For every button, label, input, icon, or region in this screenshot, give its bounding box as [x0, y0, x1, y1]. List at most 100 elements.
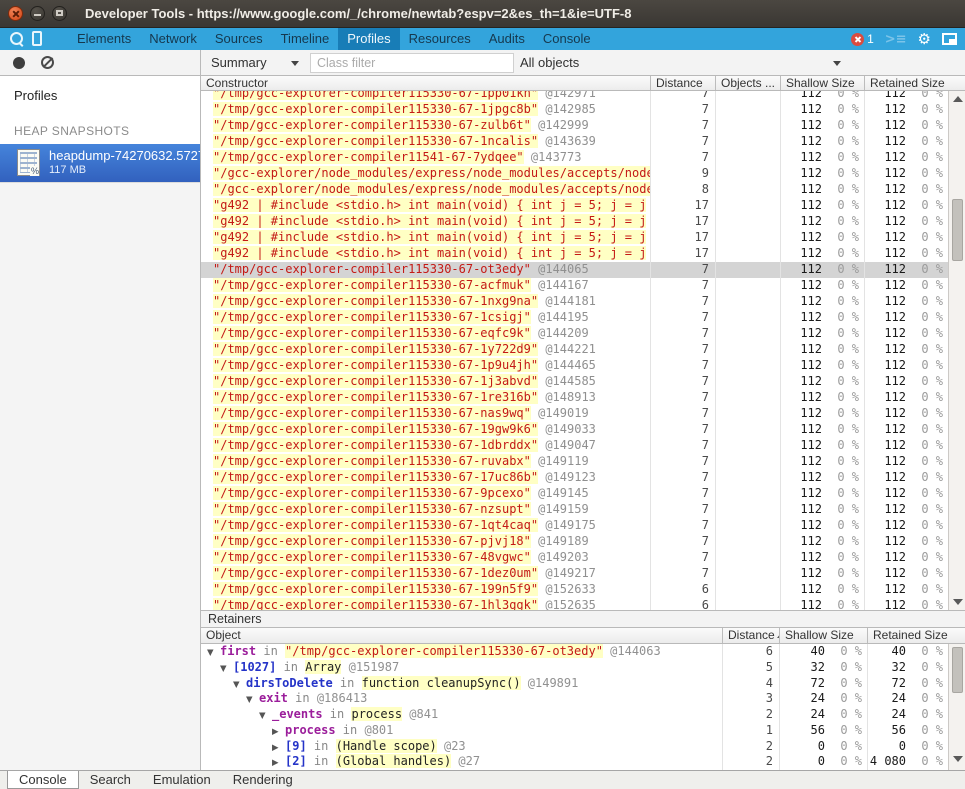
drawer-toggle-icon[interactable]: [885, 32, 907, 47]
heap-table-row[interactable]: "/tmp/gcc-explorer-compiler115330-67-1cs…: [201, 310, 948, 326]
tab-console[interactable]: Console: [534, 28, 600, 50]
expand-open-icon[interactable]: ▼: [233, 680, 246, 690]
tab-timeline[interactable]: Timeline: [272, 28, 339, 50]
heap-table-row[interactable]: "/gcc-explorer/node_modules/express/node…: [201, 166, 948, 182]
expand-open-icon[interactable]: ▼: [220, 664, 233, 674]
heap-table-scrollbar[interactable]: [948, 91, 965, 610]
expand-closed-icon[interactable]: ▶: [272, 758, 285, 768]
retained-size-cell: 1120 %: [864, 598, 948, 610]
heap-table-row[interactable]: "g492 | #include <stdio.h> int main(void…: [201, 214, 948, 230]
tab-audits[interactable]: Audits: [480, 28, 534, 50]
retainer-row[interactable]: ▶[2] in (Global handles) @27200 %4 0800 …: [201, 754, 948, 770]
heap-table-row[interactable]: "/tmp/gcc-explorer-compiler115330-67-1de…: [201, 566, 948, 582]
window-close-icon[interactable]: [8, 6, 23, 21]
objects-count-value: [715, 438, 780, 454]
expand-closed-icon[interactable]: ▶: [272, 727, 285, 737]
heap-table-row[interactable]: "/tmp/gcc-explorer-compiler115330-67-17u…: [201, 470, 948, 486]
column-header-retainers-shallow[interactable]: Shallow Size: [779, 628, 867, 643]
heap-table-row[interactable]: "/tmp/gcc-explorer-compiler115330-67-acf…: [201, 278, 948, 294]
heap-table-row[interactable]: "/tmp/gcc-explorer-compiler115330-67-9pc…: [201, 486, 948, 502]
heap-table-row[interactable]: "/tmp/gcc-explorer-compiler115330-67-1nx…: [201, 294, 948, 310]
heap-table-row[interactable]: "/tmp/gcc-explorer-compiler115330-67-19g…: [201, 422, 948, 438]
device-mode-icon[interactable]: [32, 31, 42, 46]
heap-table-row[interactable]: "/tmp/gcc-explorer-compiler115330-67-1pp…: [201, 91, 948, 102]
heap-table-row[interactable]: "/tmp/gcc-explorer-compiler115330-67-1y7…: [201, 342, 948, 358]
column-header-object[interactable]: Object: [201, 628, 722, 643]
tab-resources[interactable]: Resources: [400, 28, 480, 50]
heap-table-row[interactable]: "/tmp/gcc-explorer-compiler115330-67-zul…: [201, 118, 948, 134]
drawer-tab-emulation[interactable]: Emulation: [142, 771, 222, 789]
dock-side-icon[interactable]: [942, 33, 957, 45]
tab-elements[interactable]: Elements: [68, 28, 140, 50]
heap-table-row[interactable]: "/tmp/gcc-explorer-compiler115330-67-1jp…: [201, 102, 948, 118]
object-group-dropdown-arrow-icon[interactable]: [833, 61, 841, 66]
retainer-row[interactable]: ▼first in "/tmp/gcc-explorer-compiler115…: [201, 644, 948, 660]
column-header-retainers-retained[interactable]: Retained Size: [867, 628, 948, 643]
column-header-retained-size[interactable]: Retained Size: [864, 76, 948, 90]
heap-table-row[interactable]: "g492 | #include <stdio.h> int main(void…: [201, 230, 948, 246]
summary-dropdown[interactable]: Summary: [211, 50, 267, 75]
window-minimize-icon[interactable]: [30, 6, 45, 21]
search-icon[interactable]: [10, 32, 23, 45]
retainers-scroll-down-icon[interactable]: [953, 756, 963, 762]
heap-table-row[interactable]: "/tmp/gcc-explorer-compiler115330-67-199…: [201, 582, 948, 598]
sidebar-item-heap-snapshot[interactable]: heapdump-74270632.5727 117 MB: [0, 144, 200, 182]
column-header-retainers-distance[interactable]: Distance: [722, 628, 779, 643]
window-maximize-icon[interactable]: [52, 6, 67, 21]
retainers-pane-title[interactable]: Retainers: [201, 610, 965, 628]
record-button[interactable]: [13, 57, 25, 69]
heap-table-row[interactable]: "g492 | #include <stdio.h> int main(void…: [201, 198, 948, 214]
heap-table-row[interactable]: "/tmp/gcc-explorer-compiler115330-67-nzs…: [201, 502, 948, 518]
object-group-dropdown[interactable]: All objects: [520, 50, 579, 75]
expand-closed-icon[interactable]: ▶: [272, 743, 285, 753]
drawer-tab-search[interactable]: Search: [79, 771, 142, 789]
heap-table-row[interactable]: "/gcc-explorer/node_modules/express/node…: [201, 182, 948, 198]
heap-table-row[interactable]: "/tmp/gcc-explorer-compiler115330-67-ruv…: [201, 454, 948, 470]
class-filter-input[interactable]: [310, 53, 514, 73]
column-header-objects[interactable]: Objects ...: [715, 76, 780, 90]
heap-table-row[interactable]: "/tmp/gcc-explorer-compiler115330-67-ot3…: [201, 262, 948, 278]
column-header-shallow-size[interactable]: Shallow Size: [780, 76, 864, 90]
heap-table-row[interactable]: "g492 | #include <stdio.h> int main(void…: [201, 246, 948, 262]
tab-network[interactable]: Network: [140, 28, 206, 50]
error-badge[interactable]: 1: [851, 32, 874, 46]
heap-table-row[interactable]: "/tmp/gcc-explorer-compiler115330-67-1qt…: [201, 518, 948, 534]
retainers-scrollbar-thumb[interactable]: [952, 647, 963, 693]
retainer-row[interactable]: ▶[9] in (Handle scope) @23200 %00 %: [201, 739, 948, 755]
heap-table-row[interactable]: "/tmp/gcc-explorer-compiler115330-67-1nc…: [201, 134, 948, 150]
tab-profiles[interactable]: Profiles: [338, 28, 399, 50]
shallow-size-value: 112: [781, 278, 822, 294]
heap-table-row[interactable]: "/tmp/gcc-explorer-compiler115330-67-nas…: [201, 406, 948, 422]
heap-table-row[interactable]: "/tmp/gcc-explorer-compiler115330-67-eqf…: [201, 326, 948, 342]
tab-sources[interactable]: Sources: [206, 28, 272, 50]
gear-icon[interactable]: [918, 32, 931, 47]
drawer-tab-console[interactable]: Console: [7, 771, 79, 789]
heap-table-row[interactable]: "/tmp/gcc-explorer-compiler115330-67-1j3…: [201, 374, 948, 390]
heap-table-row[interactable]: "/tmp/gcc-explorer-compiler115330-67-48v…: [201, 550, 948, 566]
scrollbar-thumb[interactable]: [952, 199, 963, 261]
heap-table-row[interactable]: "/tmp/gcc-explorer-compiler115330-67-pjv…: [201, 534, 948, 550]
heap-table-row[interactable]: "/tmp/gcc-explorer-compiler11541-67-7ydq…: [201, 150, 948, 166]
expand-open-icon[interactable]: ▼: [246, 695, 259, 705]
retainer-row[interactable]: ▼dirsToDelete in function cleanupSync() …: [201, 676, 948, 692]
expand-open-icon[interactable]: ▼: [207, 648, 220, 658]
retainer-row[interactable]: ▼exit in @1864133240 %240 %: [201, 691, 948, 707]
retainer-row[interactable]: ▼_events in process @8412240 %240 %: [201, 707, 948, 723]
distance-value: 7: [650, 91, 715, 102]
column-header-constructor[interactable]: Constructor: [201, 76, 650, 90]
objects-count-value: [715, 150, 780, 166]
column-header-distance[interactable]: Distance: [650, 76, 715, 90]
retainer-row[interactable]: ▼[1027] in Array @1519875320 %320 %: [201, 660, 948, 676]
heap-table-row[interactable]: "/tmp/gcc-explorer-compiler115330-67-1re…: [201, 390, 948, 406]
expand-open-icon[interactable]: ▼: [259, 711, 272, 721]
retainer-row[interactable]: ▶process in @8011560 %560 %: [201, 723, 948, 739]
scroll-up-icon[interactable]: [953, 96, 963, 102]
drawer-tab-rendering[interactable]: Rendering: [222, 771, 304, 789]
heap-table-row[interactable]: "/tmp/gcc-explorer-compiler115330-67-1p9…: [201, 358, 948, 374]
heap-table-row[interactable]: "/tmp/gcc-explorer-compiler115330-67-1hl…: [201, 598, 948, 610]
clear-button[interactable]: [41, 56, 54, 69]
scroll-down-icon[interactable]: [953, 599, 963, 605]
summary-dropdown-arrow-icon[interactable]: [291, 61, 299, 66]
heap-table-row[interactable]: "/tmp/gcc-explorer-compiler115330-67-1db…: [201, 438, 948, 454]
retainers-scrollbar[interactable]: [948, 644, 965, 770]
